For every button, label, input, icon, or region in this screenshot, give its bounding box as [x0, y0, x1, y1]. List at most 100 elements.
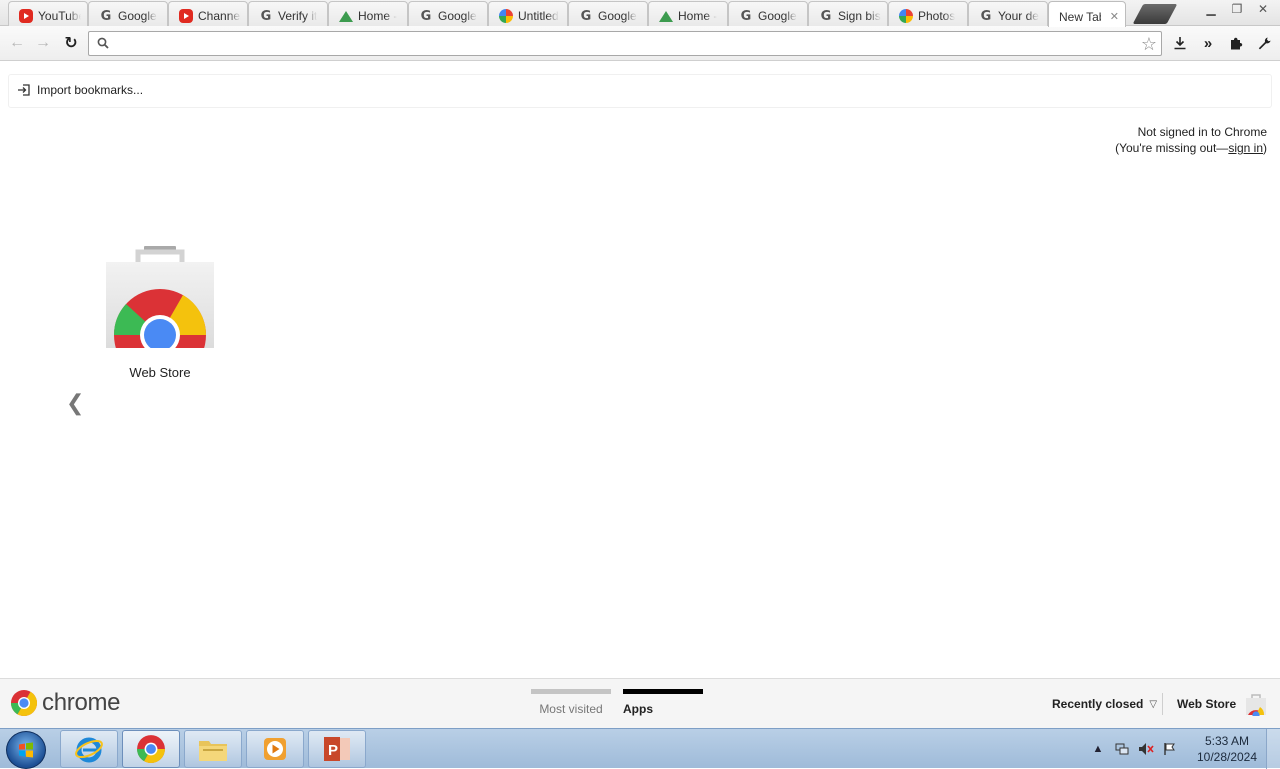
- start-button[interactable]: [6, 731, 46, 769]
- powerpoint-icon: P: [324, 737, 350, 761]
- pinwheel-icon: [499, 9, 513, 23]
- clock[interactable]: 5:33 AM 10/28/2024: [1188, 733, 1266, 765]
- taskbar-powerpoint[interactable]: P: [308, 730, 366, 768]
- signin-promo: Not signed in to Chrome (You're missing …: [1115, 124, 1267, 156]
- apps-label: Apps: [623, 702, 653, 716]
- pinwheel-icon: [899, 9, 913, 23]
- action-center-flag-icon[interactable]: [1161, 740, 1179, 758]
- tab-active[interactable]: New Tab ✕: [1048, 1, 1126, 27]
- show-desktop-button[interactable]: [1266, 729, 1280, 769]
- file-explorer-icon: [199, 741, 227, 761]
- tab[interactable]: Channel: [168, 1, 248, 26]
- tab[interactable]: G Google: [408, 1, 488, 26]
- ntp-footer: chrome Most visited Apps Recently closed…: [0, 678, 1280, 728]
- volume-muted-icon[interactable]: [1137, 740, 1155, 758]
- tab[interactable]: G Google: [728, 1, 808, 26]
- clock-time: 5:33 AM: [1204, 734, 1250, 748]
- tab-label: Google: [438, 9, 477, 23]
- media-player-icon: [264, 738, 286, 760]
- wrench-icon[interactable]: [1254, 33, 1274, 53]
- window-controls: ▁ ❐ ✕: [1198, 0, 1276, 18]
- bookmarks-bar: Import bookmarks...: [8, 74, 1272, 108]
- tab-label: Your de: [998, 9, 1039, 23]
- tab-list: YouTube G Google Channel G Verify it Home - G Go…: [8, 1, 1126, 27]
- restore-icon[interactable]: ❐: [1224, 0, 1250, 18]
- google-icon: G: [740, 8, 752, 24]
- close-window-icon[interactable]: ✕: [1250, 0, 1276, 18]
- signin-missing-out: (You're missing out—sign in): [1115, 140, 1267, 156]
- system-tray: ▲ 5:33 AM 10/28/2024: [1086, 729, 1280, 769]
- chrome-wordmark: chrome: [42, 689, 121, 716]
- taskbar-chrome[interactable]: [122, 730, 180, 768]
- network-icon[interactable]: [1113, 740, 1131, 758]
- recently-closed-label: Recently closed: [1052, 697, 1144, 711]
- extensions-icon[interactable]: [1226, 33, 1246, 53]
- chevron-more-icon[interactable]: »: [1198, 33, 1218, 53]
- app-label: Web Store: [129, 365, 191, 380]
- tab-label: Untitled: [518, 9, 559, 23]
- import-bookmarks-link[interactable]: Import bookmarks...: [17, 83, 143, 97]
- web-store-small-icon[interactable]: [1244, 692, 1268, 716]
- sign-in-link[interactable]: sign in: [1228, 141, 1263, 155]
- bookmark-star-icon[interactable]: ☆: [1141, 34, 1157, 55]
- drive-icon: [339, 10, 353, 22]
- tab[interactable]: Untitled: [488, 1, 568, 26]
- minimize-icon[interactable]: ▁: [1198, 0, 1224, 18]
- tab[interactable]: Photos: [888, 1, 968, 26]
- taskbar-media-player[interactable]: [246, 730, 304, 768]
- tab-label: Google: [758, 9, 797, 23]
- tab-label: Google: [598, 9, 637, 23]
- new-tab-button[interactable]: [1132, 4, 1178, 24]
- recently-closed-menu[interactable]: Recently closed ▽: [1052, 697, 1157, 711]
- tab[interactable]: Home -: [648, 1, 728, 26]
- chevron-down-icon: ▽: [1149, 698, 1158, 710]
- signin-prefix: (You're missing out—: [1115, 141, 1229, 155]
- svg-text:P: P: [328, 742, 338, 759]
- google-icon: G: [420, 8, 432, 24]
- back-icon[interactable]: ←: [6, 32, 28, 54]
- tab[interactable]: G Sign bis: [808, 1, 888, 26]
- google-icon: G: [100, 8, 112, 24]
- page-switcher-apps[interactable]: Apps: [623, 689, 703, 716]
- taskbar-internet-explorer[interactable]: [60, 730, 118, 768]
- tab[interactable]: G Your de: [968, 1, 1048, 26]
- tab-label: Channel: [198, 9, 241, 23]
- app-tile-web-store[interactable]: Web Store: [104, 246, 216, 386]
- tab-label: YouTube: [38, 9, 81, 23]
- signin-status-text: Not signed in to Chrome: [1137, 125, 1267, 139]
- tab[interactable]: G Google: [568, 1, 648, 26]
- show-hidden-icons-icon[interactable]: ▲: [1089, 740, 1107, 758]
- omnibox[interactable]: ☆: [88, 31, 1162, 56]
- previous-page-chevron-icon[interactable]: ❮: [66, 390, 84, 415]
- google-icon: G: [580, 8, 592, 24]
- page-switcher-most-visited[interactable]: Most visited: [531, 689, 611, 716]
- address-input[interactable]: [115, 35, 1115, 53]
- web-store-link[interactable]: Web Store: [1177, 697, 1236, 711]
- tab-label: Verify it: [278, 9, 318, 23]
- tab-strip: YouTube G Google Channel G Verify it Home - G Go…: [0, 0, 1280, 27]
- page-indicator-bar-active: [623, 689, 703, 694]
- tab-label: Home -: [678, 9, 718, 23]
- tab[interactable]: G Google: [88, 1, 168, 26]
- drive-icon: [659, 10, 673, 22]
- internet-explorer-icon: [75, 737, 103, 763]
- reload-icon[interactable]: ↻: [60, 32, 82, 54]
- taskbar-file-explorer[interactable]: [184, 730, 242, 768]
- tab[interactable]: YouTube: [8, 1, 88, 26]
- signin-suffix: ): [1263, 141, 1267, 155]
- tab-label: Google: [118, 9, 157, 23]
- close-tab-icon[interactable]: ✕: [1110, 10, 1119, 23]
- youtube-icon: [19, 9, 33, 23]
- chrome-icon: [137, 735, 165, 763]
- footer-divider: [1162, 693, 1163, 715]
- tab[interactable]: Home -: [328, 1, 408, 26]
- tab[interactable]: G Verify it: [248, 1, 328, 26]
- chrome-logo: chrome: [10, 689, 121, 717]
- forward-icon[interactable]: →: [32, 32, 54, 54]
- most-visited-label: Most visited: [539, 702, 603, 716]
- search-icon: [97, 37, 109, 49]
- import-bookmarks-label: Import bookmarks...: [37, 83, 144, 97]
- google-icon: G: [260, 8, 272, 24]
- download-icon[interactable]: [1170, 33, 1190, 53]
- tab-label: Photos: [918, 9, 956, 23]
